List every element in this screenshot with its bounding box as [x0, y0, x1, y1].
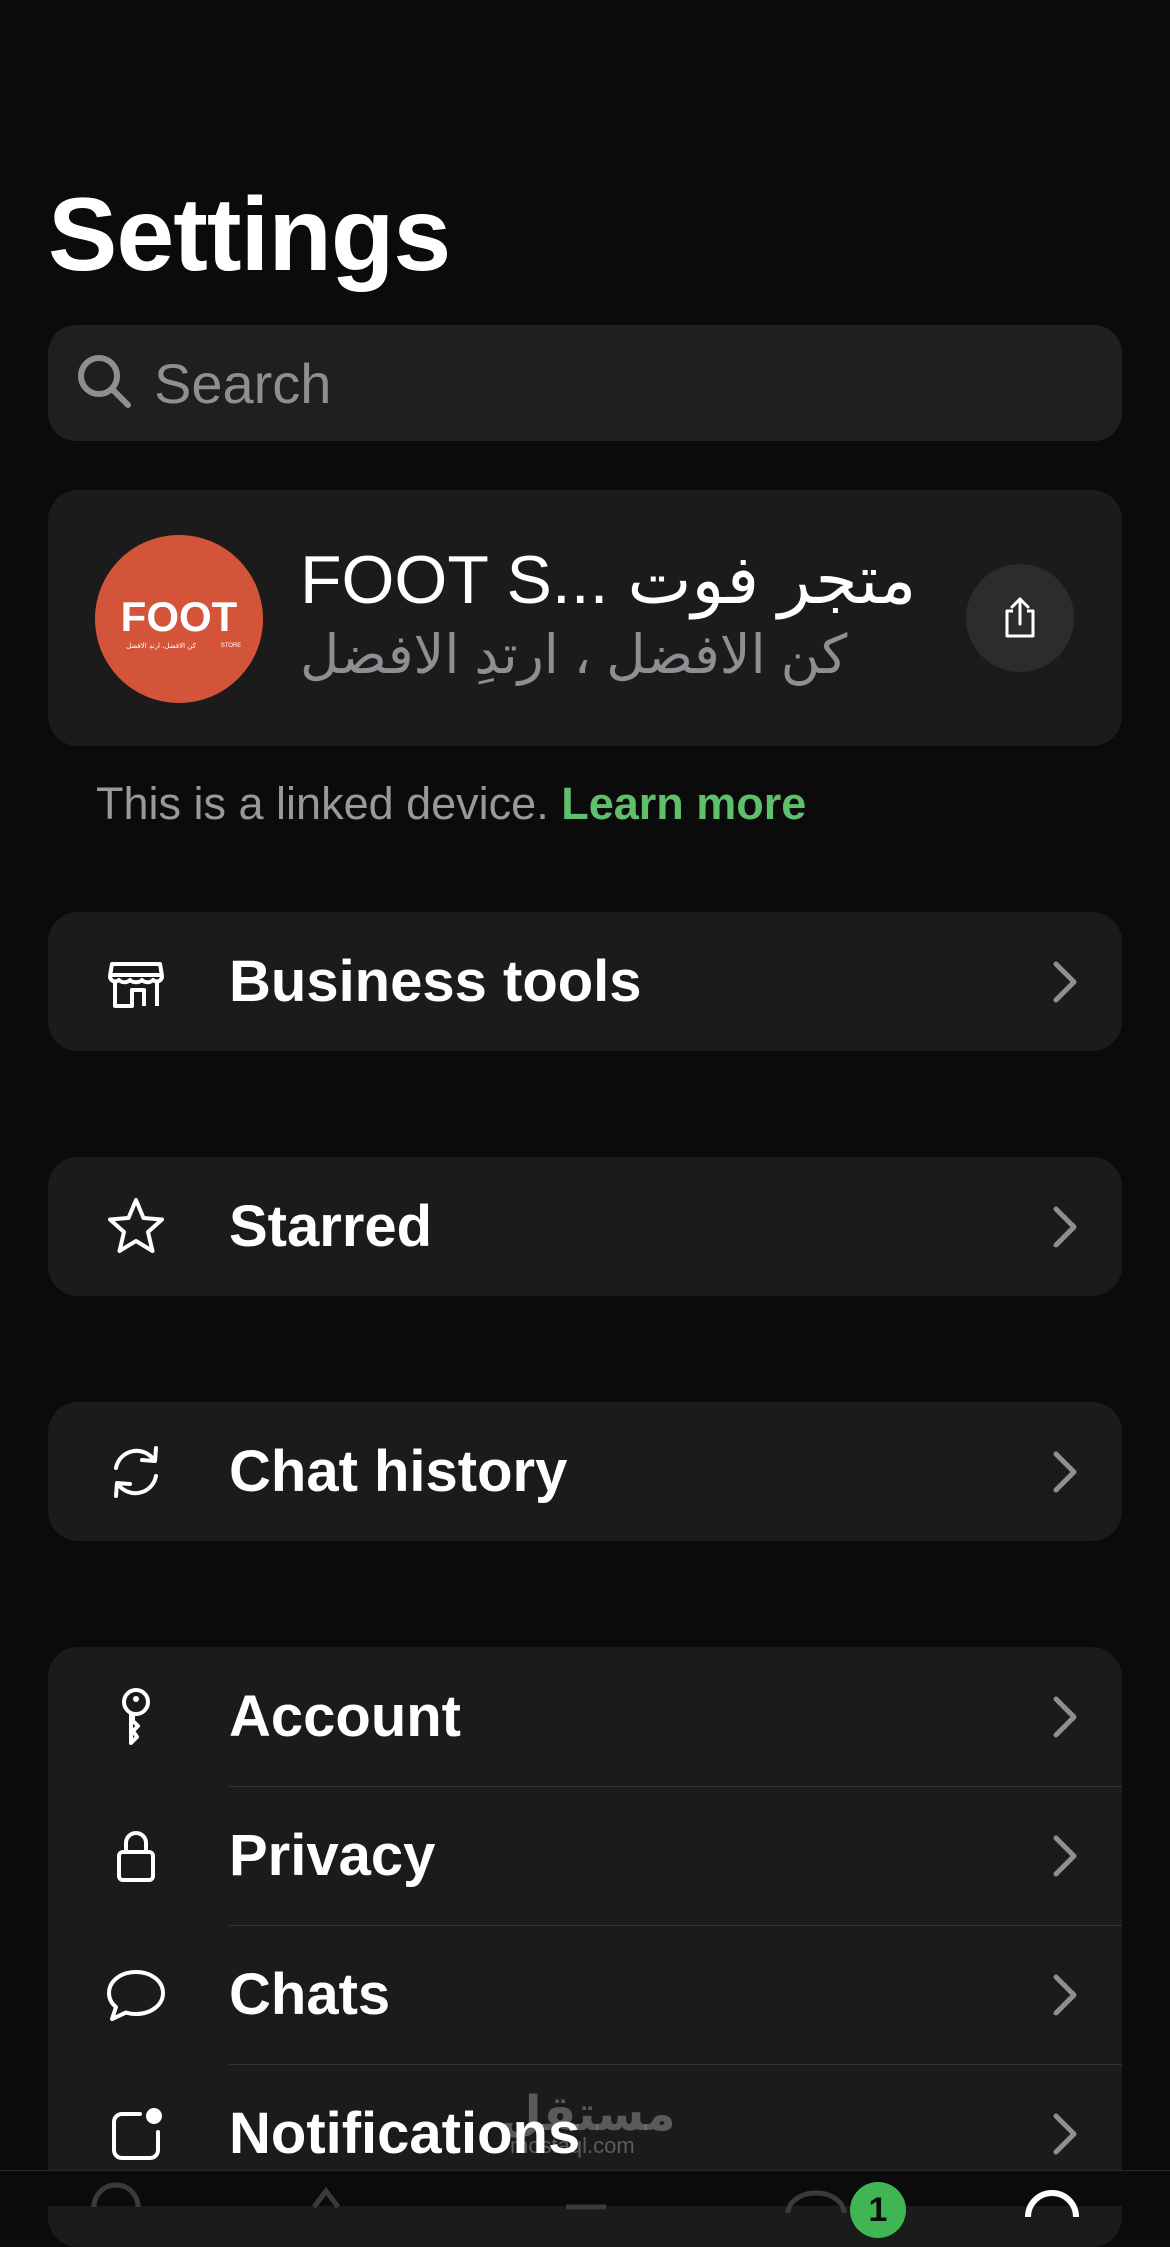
profile-status: كن الافضل ، ارتدِ الافضل	[300, 625, 848, 685]
settings-row-starred[interactable]: Starred	[48, 1157, 1122, 1296]
tab-updates-icon[interactable]	[80, 2177, 152, 2217]
settings-row-label: Chat history	[229, 1439, 568, 1504]
chevron-right-icon	[1048, 1203, 1080, 1251]
unread-badge: 1	[850, 2182, 906, 2238]
settings-row-label: Business tools	[229, 949, 642, 1014]
chevron-right-icon	[1048, 1693, 1080, 1741]
tab-communities-icon[interactable]	[550, 2177, 622, 2217]
lock-icon	[104, 1824, 168, 1888]
sync-icon	[104, 1440, 168, 1504]
profile-card[interactable]: FOOT كن الافضل، ارتدِ الافضل STORE FOOT …	[48, 490, 1122, 746]
chat-bubble-icon	[104, 1963, 168, 2027]
chevron-right-icon	[1048, 2110, 1080, 2158]
chevron-right-icon	[1048, 1832, 1080, 1880]
star-icon	[104, 1195, 168, 1259]
share-icon	[1005, 597, 1035, 638]
settings-row-account[interactable]: Account	[48, 1647, 1122, 1786]
settings-row-label: Chats	[229, 1962, 391, 2027]
divider	[229, 2064, 1122, 2065]
search-icon	[72, 349, 136, 418]
tab-calls-icon[interactable]	[290, 2177, 362, 2217]
avatar[interactable]: FOOT كن الافضل، ارتدِ الافضل STORE	[95, 535, 263, 703]
avatar-logo-tagline: كن الافضل، ارتدِ الافضل	[126, 642, 197, 650]
settings-row-label: Account	[229, 1684, 461, 1749]
tab-settings-icon[interactable]	[1016, 2177, 1088, 2217]
notification-icon	[104, 2102, 168, 2166]
chevron-right-icon	[1048, 958, 1080, 1006]
learn-more-link[interactable]: Learn more	[561, 778, 806, 829]
chevron-right-icon	[1048, 1448, 1080, 1496]
page-title: Settings	[48, 177, 451, 293]
watermark-url: mostaql.com	[510, 2133, 635, 2158]
divider	[229, 1925, 1122, 1926]
search-bar[interactable]	[48, 325, 1122, 441]
settings-row-chat-history[interactable]: Chat history	[48, 1402, 1122, 1541]
avatar-logo-store: STORE	[221, 643, 242, 649]
settings-row-business-tools[interactable]: Business tools	[48, 912, 1122, 1051]
settings-row-label: Starred	[229, 1194, 433, 1259]
tab-chats-icon[interactable]	[780, 2177, 852, 2217]
settings-row-chats[interactable]: Chats	[48, 1925, 1122, 2064]
key-icon	[104, 1685, 168, 1749]
share-button[interactable]	[966, 564, 1074, 672]
storefront-icon	[104, 950, 168, 1014]
search-input[interactable]	[154, 338, 1054, 428]
settings-group-business: Business tools	[48, 912, 1122, 1051]
linked-device-text: This is a linked device.	[96, 778, 549, 829]
settings-row-privacy[interactable]: Privacy	[48, 1786, 1122, 1925]
settings-group-starred: Starred	[48, 1157, 1122, 1296]
tab-bar	[0, 2170, 1170, 2217]
settings-group-chat-history: Chat history	[48, 1402, 1122, 1541]
linked-device-note: This is a linked device. Learn more	[96, 774, 806, 834]
chevron-right-icon	[1048, 1971, 1080, 2019]
profile-name: FOOT S... متجر فوت	[300, 542, 917, 618]
settings-row-label: Privacy	[229, 1823, 436, 1888]
divider	[229, 1786, 1122, 1787]
avatar-logo-text: FOOT	[121, 593, 238, 640]
